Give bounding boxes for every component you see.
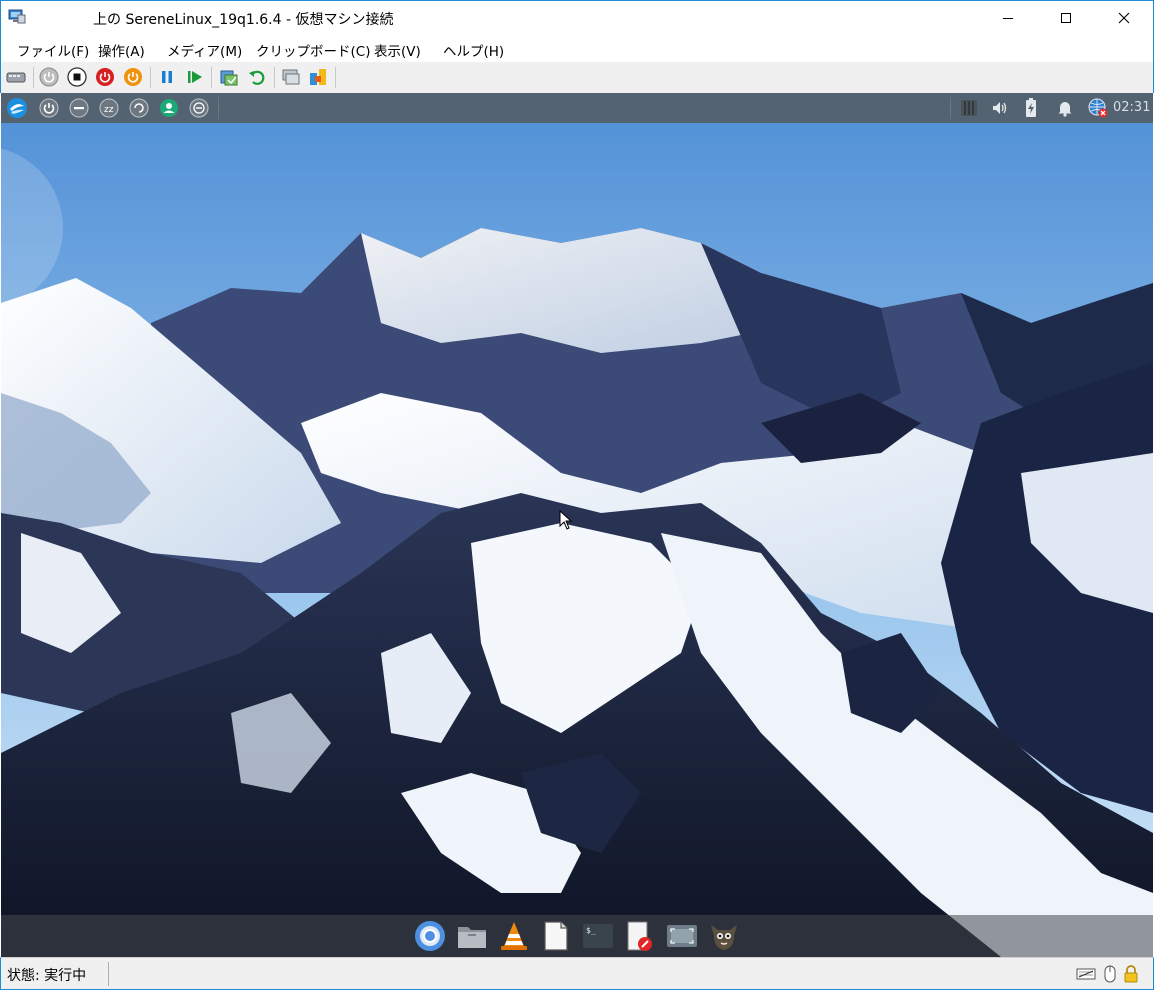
vm-display[interactable]: zz 02:31 $_ [1, 93, 1153, 957]
drawing-icon[interactable] [622, 918, 658, 954]
menu-clipboard[interactable]: クリップボード(C) [256, 40, 370, 60]
enhanced-session-icon[interactable] [281, 67, 301, 87]
window-titlebar[interactable]: 上の SereneLinux_19q1.6.4 - 仮想マシン接続 [0, 0, 1154, 34]
share-icon[interactable] [308, 67, 328, 87]
volume-icon[interactable] [989, 97, 1011, 119]
power-icon[interactable] [38, 97, 60, 119]
start-icon[interactable] [39, 67, 59, 87]
toolbar [0, 62, 1154, 93]
turn-off-icon[interactable] [67, 67, 87, 87]
vm-top-panel: zz 02:31 [1, 93, 1153, 123]
revert-icon[interactable] [247, 67, 267, 87]
user-icon[interactable] [158, 97, 180, 119]
desktop-wallpaper [1, 93, 1153, 957]
close-button[interactable] [1095, 1, 1153, 35]
file-manager-icon[interactable] [454, 918, 490, 954]
logout-icon[interactable] [188, 97, 210, 119]
maximize-button[interactable] [1037, 1, 1095, 35]
power-icon[interactable] [123, 67, 143, 87]
menu-help[interactable]: ヘルプ(H) [443, 40, 504, 60]
svg-text:zz: zz [104, 105, 114, 115]
battery-icon[interactable] [1020, 97, 1042, 119]
vm-dock: $_ [1, 915, 1153, 957]
menu-action[interactable]: 操作(A) [98, 40, 145, 60]
mouse-icon [1100, 964, 1120, 984]
resume-icon[interactable] [185, 67, 205, 87]
svg-text:$_: $_ [586, 926, 596, 935]
menu-media[interactable]: メディア(M) [167, 40, 242, 60]
pause-icon[interactable] [157, 67, 177, 87]
chromium-icon[interactable] [412, 918, 448, 954]
notification-bell-icon[interactable] [1054, 97, 1076, 119]
sleep-icon[interactable]: zz [98, 97, 120, 119]
ctrl-alt-del-icon[interactable] [6, 67, 26, 87]
restart-icon[interactable] [128, 97, 150, 119]
gimp-icon[interactable] [706, 918, 742, 954]
mouse-cursor-icon [559, 510, 573, 530]
status-bar: 状態: 実行中 [0, 957, 1154, 990]
network-disconnected-icon[interactable] [1087, 97, 1109, 119]
lock-icon [1121, 964, 1141, 984]
menu-bar: ファイル(F) 操作(A) メディア(M) クリップボード(C) 表示(V) ヘ… [0, 34, 1154, 62]
menu-view[interactable]: 表示(V) [374, 40, 421, 60]
screenshot-icon[interactable] [664, 918, 700, 954]
workspace-icon[interactable] [958, 97, 980, 119]
keyboard-icon [1076, 964, 1096, 984]
panel-clock[interactable]: 02:31 [1113, 100, 1150, 115]
vlc-icon[interactable] [496, 918, 532, 954]
lock-icon[interactable] [68, 97, 90, 119]
text-editor-icon[interactable] [538, 918, 574, 954]
vm-connection-icon [8, 9, 26, 25]
terminal-icon[interactable]: $_ [580, 918, 616, 954]
menu-file[interactable]: ファイル(F) [17, 40, 89, 60]
serene-menu-icon[interactable] [6, 97, 28, 119]
checkpoint-icon[interactable] [219, 67, 239, 87]
window-title: 上の SereneLinux_19q1.6.4 - 仮想マシン接続 [93, 12, 394, 28]
minimize-button[interactable] [979, 1, 1037, 35]
status-text: 状態: 実行中 [7, 968, 87, 984]
shutdown-icon[interactable] [95, 67, 115, 87]
